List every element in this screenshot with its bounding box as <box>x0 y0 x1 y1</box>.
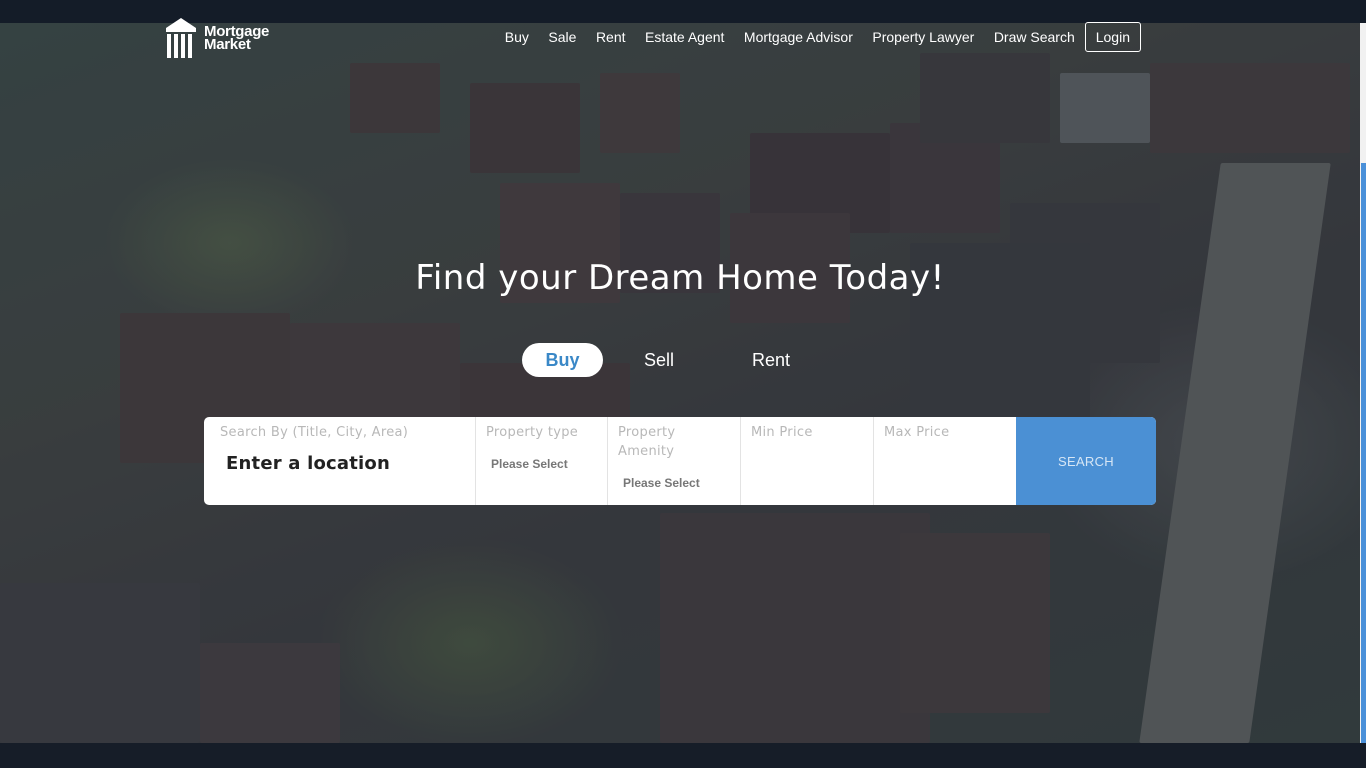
main-nav: Buy Sale Rent Estate Agent Mortgage Advi… <box>485 21 1141 52</box>
nav-mortgage-advisor[interactable]: Mortgage Advisor <box>744 29 853 45</box>
hero-title: Find your Dream Home Today! <box>415 258 945 298</box>
tab-buy[interactable]: Buy <box>522 343 603 377</box>
property-type-select[interactable]: Please Select <box>491 457 568 471</box>
nav-estate-agent[interactable]: Estate Agent <box>645 29 724 45</box>
min-price-label: Min Price <box>751 425 813 440</box>
nav-rent[interactable]: Rent <box>596 29 626 45</box>
logo-text: Mortgage Market <box>204 24 269 52</box>
tab-sell-label: Sell <box>644 349 675 370</box>
max-price-field[interactable]: Max Price <box>874 417 1016 505</box>
hero-overlay <box>0 23 1360 743</box>
login-button[interactable]: Login <box>1084 21 1141 52</box>
bottom-strip <box>0 743 1366 768</box>
location-label: Search By (Title, City, Area) <box>220 425 409 440</box>
location-input[interactable]: Enter a location <box>226 453 390 474</box>
property-type-label: Property type <box>486 425 579 440</box>
hero-background-image <box>0 23 1360 743</box>
columns-logo-icon <box>166 18 196 58</box>
property-type-field[interactable]: Property type Please Select <box>476 417 608 505</box>
tab-rent-label: Rent <box>751 349 791 370</box>
nav-sale[interactable]: Sale <box>548 29 576 45</box>
location-field[interactable]: Search By (Title, City, Area) Enter a lo… <box>204 417 476 505</box>
scrollbar-thumb[interactable] <box>1361 163 1366 743</box>
nav-property-lawyer[interactable]: Property Lawyer <box>872 29 974 45</box>
nav-buy[interactable]: Buy <box>505 29 529 45</box>
min-price-field[interactable]: Min Price <box>741 417 874 505</box>
listing-type-tabs: Buy Sell Rent <box>522 343 790 377</box>
nav-draw-search[interactable]: Draw Search <box>994 29 1075 45</box>
property-amenity-field[interactable]: Property Amenity Please Select <box>608 417 741 505</box>
search-button[interactable]: SEARCH <box>1016 417 1156 505</box>
property-search-form: Search By (Title, City, Area) Enter a lo… <box>204 417 1156 505</box>
property-amenity-select[interactable]: Please Select <box>623 476 700 490</box>
site-logo[interactable]: Mortgage Market <box>164 16 269 60</box>
max-price-label: Max Price <box>884 425 950 440</box>
property-amenity-label: Property Amenity <box>618 425 676 459</box>
